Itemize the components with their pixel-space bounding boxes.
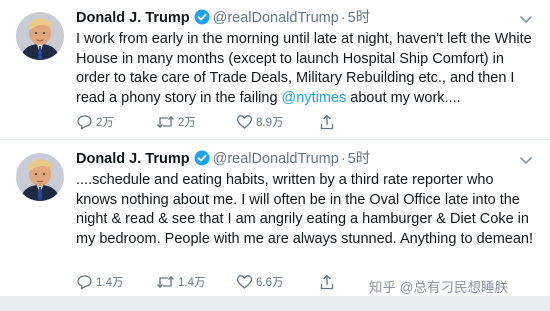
bottom-separator bbox=[0, 296, 550, 311]
user-handle[interactable]: @realDonaldTrump bbox=[213, 10, 339, 26]
separator-dot: · bbox=[340, 151, 346, 167]
share-icon bbox=[320, 274, 334, 290]
reply-button[interactable]: 1.4万 bbox=[76, 272, 124, 292]
avatar[interactable] bbox=[16, 12, 64, 60]
timestamp[interactable]: 5时 bbox=[348, 10, 371, 26]
retweet-count: 2万 bbox=[178, 117, 196, 129]
reply-count: 2万 bbox=[96, 117, 114, 129]
avatar[interactable] bbox=[16, 153, 64, 201]
mention-link[interactable]: @nytimes bbox=[282, 90, 347, 106]
like-button[interactable]: 6.6万 bbox=[236, 272, 284, 292]
separator-dot: · bbox=[340, 10, 346, 26]
share-button[interactable] bbox=[319, 272, 338, 292]
tweet-text: I work from early in the morning until l… bbox=[76, 30, 538, 108]
tweet-header: Donald J. Trump @realDonaldTrump · 5时 bbox=[76, 8, 370, 31]
retweet-count: 1.4万 bbox=[178, 277, 206, 289]
watermark: 知乎 @总有刁民想睡朕 bbox=[369, 280, 508, 295]
retweet-icon bbox=[157, 275, 174, 289]
verified-badge-icon bbox=[194, 150, 210, 172]
reply-button[interactable]: 2万 bbox=[76, 112, 114, 132]
share-button[interactable] bbox=[319, 112, 338, 132]
tweet[interactable]: Donald J. Trump @realDonaldTrump · 5时 I wor… bbox=[0, 0, 550, 150]
reply-icon bbox=[77, 275, 92, 290]
reply-icon bbox=[77, 115, 92, 130]
like-icon bbox=[236, 275, 253, 289]
like-button[interactable]: 8.9万 bbox=[236, 112, 284, 132]
chevron-down-icon[interactable] bbox=[519, 153, 533, 171]
retweet-button[interactable]: 1.4万 bbox=[156, 272, 206, 292]
verified-badge-icon bbox=[194, 9, 210, 31]
tweet-header: Donald J. Trump @realDonaldTrump · 5时 bbox=[76, 149, 370, 172]
reply-count: 1.4万 bbox=[96, 277, 124, 289]
timestamp[interactable]: 5时 bbox=[348, 151, 371, 167]
tweet-text-main: ....schedule and eating habits, written … bbox=[76, 172, 534, 247]
user-handle[interactable]: @realDonaldTrump bbox=[213, 151, 339, 167]
share-icon bbox=[320, 114, 334, 130]
display-name[interactable]: Donald J. Trump bbox=[76, 151, 190, 167]
tweet-actions: 2万 2万 8.9万 bbox=[76, 112, 396, 132]
like-count: 6.6万 bbox=[256, 277, 284, 289]
chevron-down-icon[interactable] bbox=[519, 12, 533, 30]
like-count: 8.9万 bbox=[256, 117, 284, 129]
tweet-actions: 1.4万 1.4万 6.6万 bbox=[76, 272, 396, 292]
tweet-text-tail: about my work.... bbox=[346, 89, 461, 106]
tweet[interactable]: Donald J. Trump @realDonaldTrump · 5时 ....s… bbox=[0, 141, 550, 291]
like-icon bbox=[236, 115, 253, 129]
tweet-text: ....schedule and eating habits, written … bbox=[76, 171, 538, 249]
tweet-divider bbox=[0, 139, 550, 140]
retweet-button[interactable]: 2万 bbox=[156, 112, 196, 132]
retweet-icon bbox=[157, 115, 174, 129]
display-name[interactable]: Donald J. Trump bbox=[76, 10, 190, 26]
